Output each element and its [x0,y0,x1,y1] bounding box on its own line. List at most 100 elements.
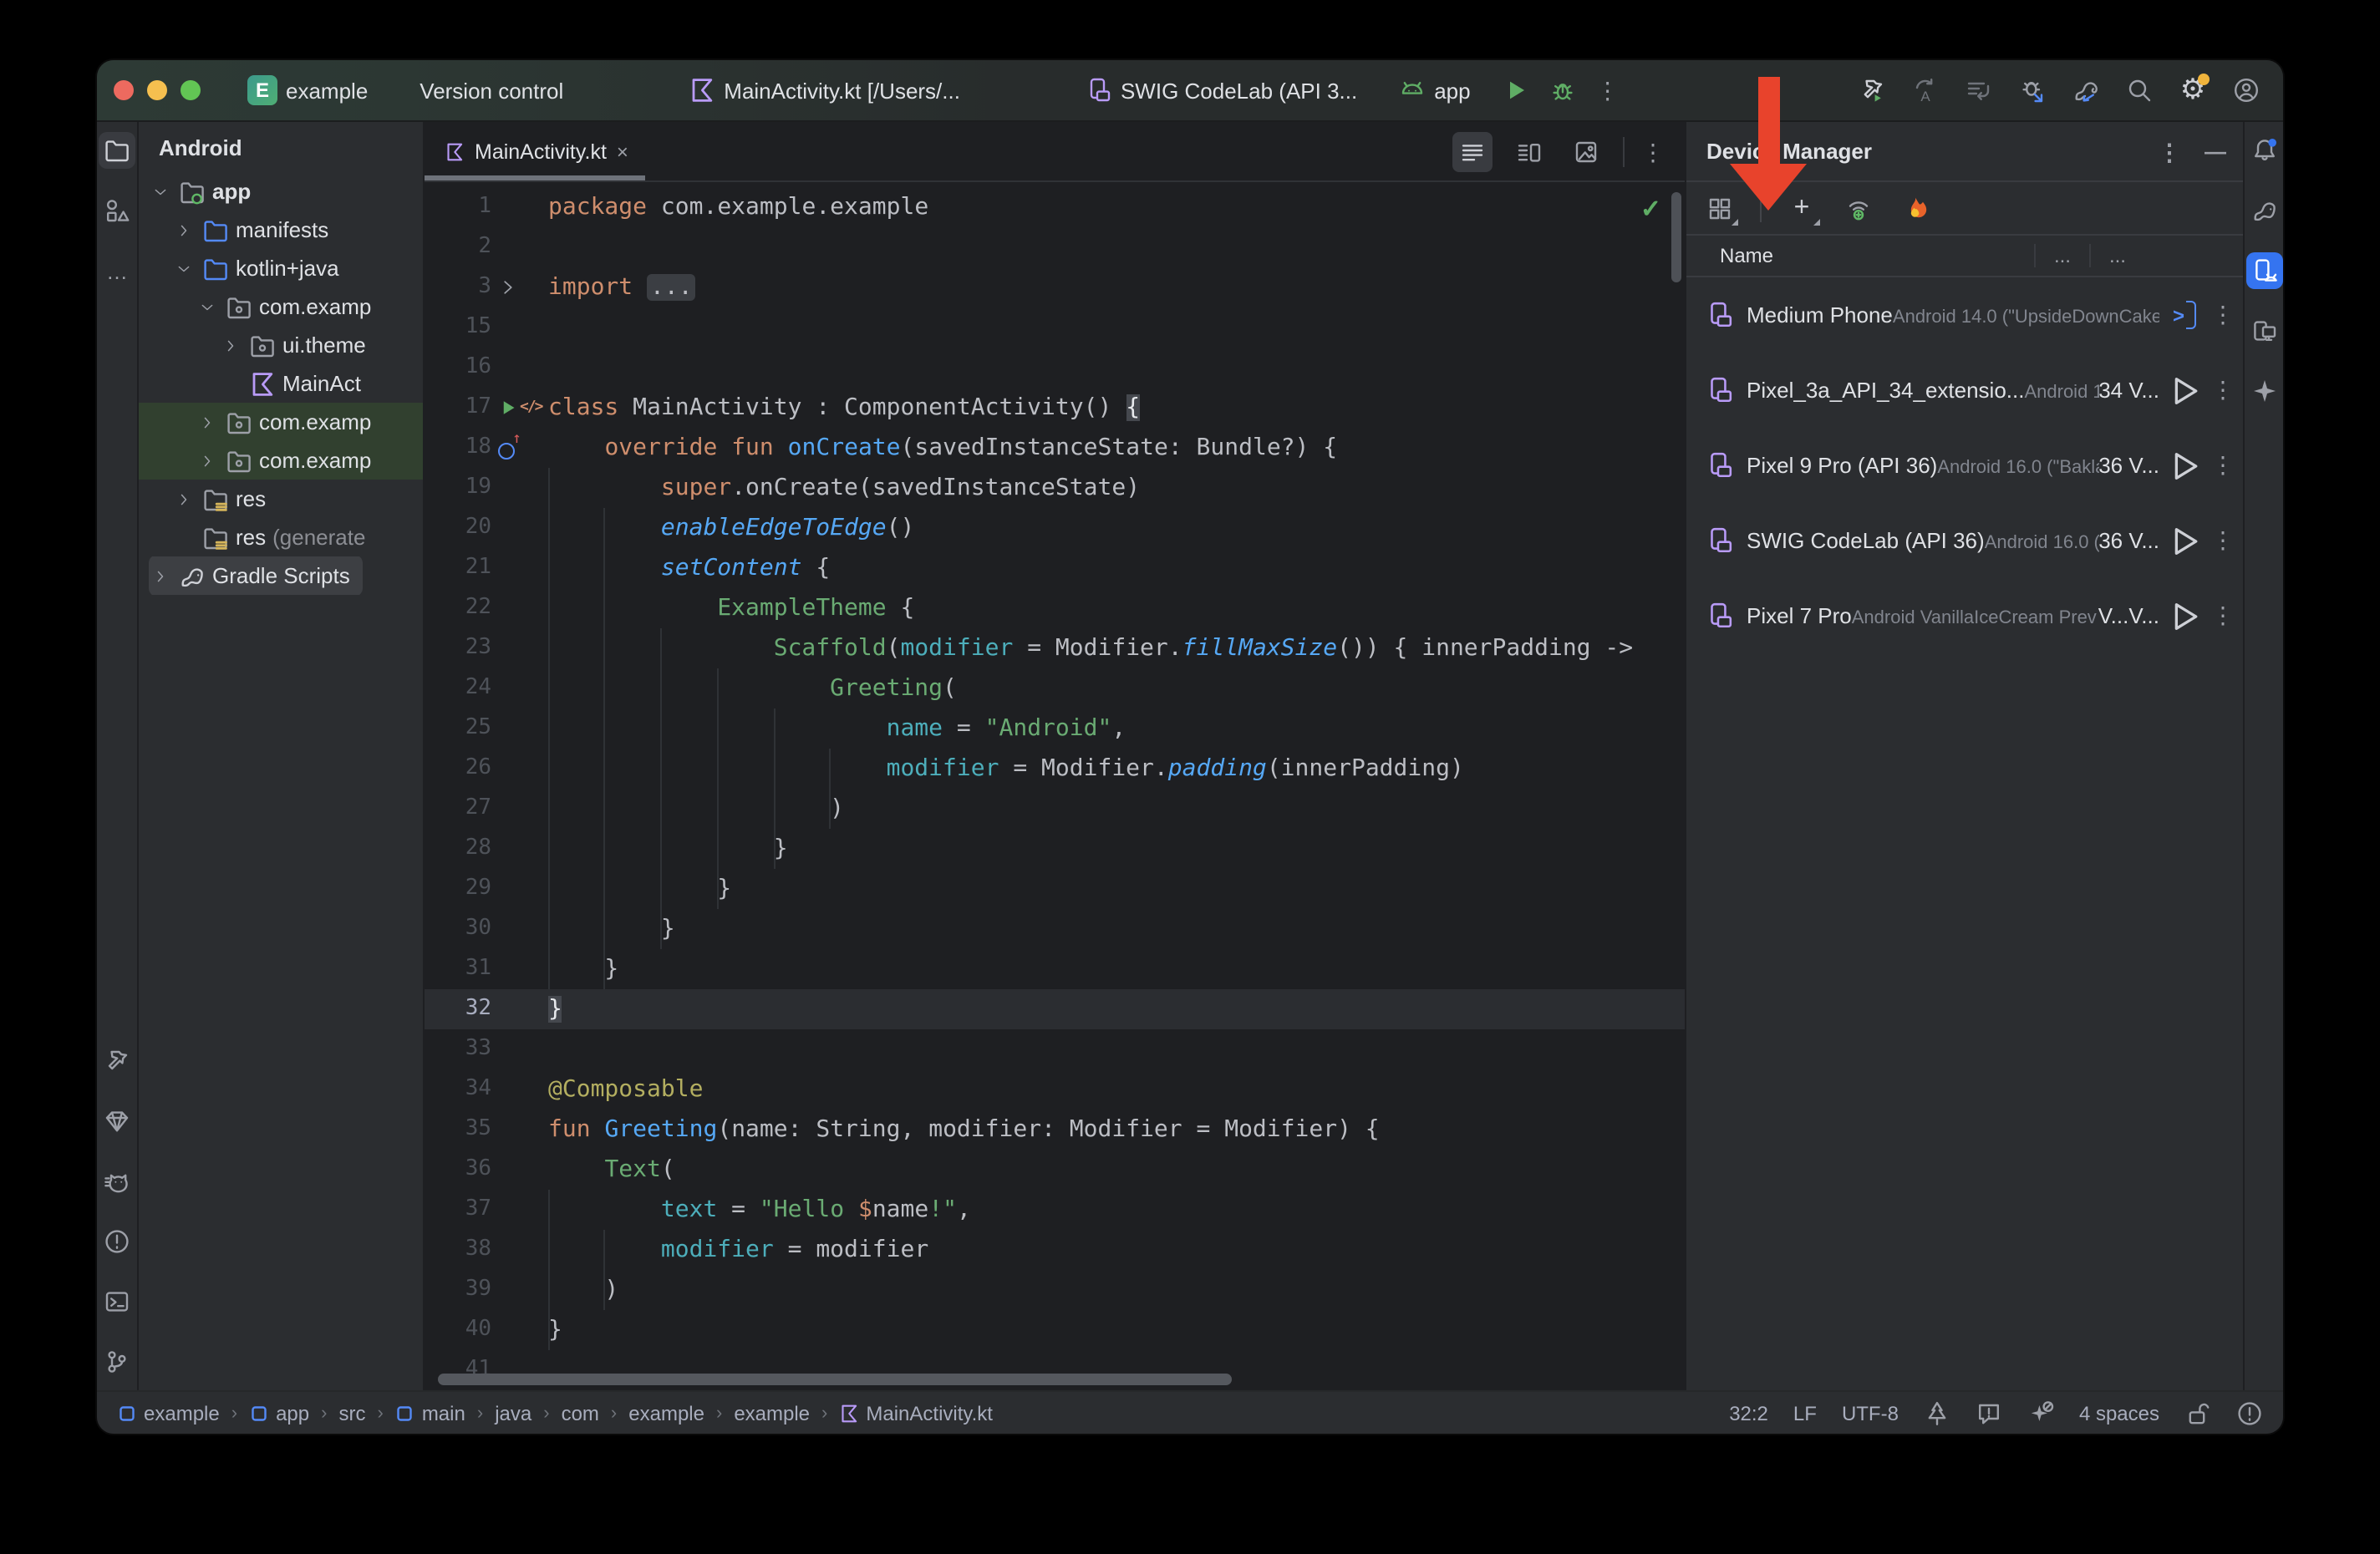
code-line-3[interactable]: 3import ... [425,267,1685,307]
inspections-ok-icon[interactable]: ✓ [1640,190,1661,231]
tree-item-ui-theme[interactable]: ui.theme [139,326,423,364]
event-log-icon[interactable] [2236,1399,2263,1426]
code-line-38[interactable]: 38 modifier = modifier [425,1230,1685,1270]
code-line-26[interactable]: 26 modifier = Modifier.padding(innerPadd… [425,749,1685,789]
code-line-21[interactable]: 21 setContent { [425,548,1685,588]
vcs-widget[interactable]: Version control [420,78,572,103]
device-selector[interactable]: SWIG CodeLab (API 3... [1086,77,1365,104]
minimize-window-button[interactable] [147,80,167,100]
hide-panel-button[interactable]: — [2205,139,2226,164]
breadcrumb-app-1[interactable]: app [249,1401,309,1424]
terminal-tool-button[interactable] [99,1283,135,1320]
code-line-39[interactable]: 39 ) [425,1270,1685,1310]
code-line-23[interactable]: 23 Scaffold(modifier = Modifier.fillMaxS… [425,628,1685,668]
unlock-icon[interactable] [2184,1399,2211,1426]
code-line-22[interactable]: 22 ExampleTheme { [425,588,1685,628]
ai-assistant-off-icon[interactable] [2027,1399,2054,1426]
gradle-sync-icon[interactable] [2072,77,2099,104]
tree-item-res[interactable]: res (generate [139,518,423,556]
tree-item-com-examp[interactable]: com.examp [139,403,423,441]
code-line-31[interactable]: 31 } [425,949,1685,989]
code-line-36[interactable]: 36 Text( [425,1150,1685,1190]
device-row-pixel-9-pro-api-36[interactable]: Pixel 9 Pro (API 36)Android 16.0 ("Bakla… [1686,428,2243,503]
project-view-selector[interactable]: Android [139,122,423,172]
resource-manager-tool-button[interactable] [99,192,135,229]
code-line-30[interactable]: 30 } [425,909,1685,949]
code-lines[interactable]: 1package com.example.example23import ...… [425,187,1685,1390]
tree-chevron[interactable] [172,490,196,507]
device-options-button[interactable]: ⋮ [2203,451,2243,480]
project-widget[interactable]: E example [247,75,376,105]
indent-setting[interactable]: 4 spaces [2079,1401,2159,1424]
code-tag-icon[interactable]: </> [520,388,542,428]
device-options-button[interactable]: ⋮ [2203,301,2243,329]
notifications-button[interactable] [2245,132,2282,169]
tree-item-manifests[interactable]: manifests [139,211,423,249]
maximize-window-button[interactable] [181,80,201,100]
tree-chevron[interactable] [219,337,242,353]
debug-button[interactable] [1549,77,1576,104]
build-run-hammer-icon[interactable] [1859,77,1885,104]
expand-device-details-icon[interactable]: > [2166,301,2203,329]
tree-item-kotlin-java[interactable]: kotlin+java [139,249,423,287]
device-row-pixel-7-pro[interactable]: Pixel 7 ProAndroid VanillaIceCream Previ… [1686,578,2243,653]
device-row-swig-codelab-api-36[interactable]: SWIG CodeLab (API 36)Android 16.0 ("Bakl… [1686,503,2243,578]
problems-tool-button[interactable] [99,1223,135,1260]
attach-debugger-icon[interactable] [2019,77,2046,104]
settings-gear-icon[interactable]: ⚙ [2179,77,2206,104]
breadcrumb-java-4[interactable]: java [495,1401,531,1424]
split-view-button[interactable] [1509,131,1549,171]
breadcrumb-example-7[interactable]: example [734,1401,810,1424]
run-line-icon[interactable] [498,398,518,418]
account-avatar-icon[interactable] [2233,77,2260,104]
code-line-1[interactable]: 1package com.example.example [425,187,1685,227]
gradle-tool-button[interactable] [2245,192,2282,229]
logcat-tool-button[interactable] [99,1163,135,1200]
code-line-15[interactable]: 15 [425,307,1685,348]
code-line-32[interactable]: 32} [425,989,1685,1029]
breadcrumb-example-0[interactable]: example [117,1401,220,1424]
code-line-33[interactable]: 33 [425,1029,1685,1069]
column-type[interactable]: ... [2089,244,2144,267]
device-row-pixel-3a-api-34-extensio[interactable]: Pixel_3a_API_34_extensio...Android 14.0 … [1686,353,2243,428]
line-separator[interactable]: LF [1793,1401,1817,1424]
overrides-method-icon[interactable]: ↑ [498,437,520,459]
tree-chevron[interactable] [149,183,172,200]
tree-item-mainact[interactable]: MainAct [139,364,423,403]
close-tab-icon[interactable]: × [617,140,628,163]
search-everywhere-icon[interactable] [2126,77,2153,104]
pair-wifi-button[interactable] [1842,191,1875,225]
column-name[interactable]: Name [1686,244,2034,267]
build-tool-button[interactable] [99,1043,135,1079]
device-row-medium-phone[interactable]: Medium PhoneAndroid 14.0 ("UpsideDownCak… [1686,277,2243,353]
start-device-button[interactable] [2166,597,2203,634]
code-view-button[interactable] [1452,131,1493,171]
code-line-37[interactable]: 37 text = "Hello $name!", [425,1190,1685,1230]
file-encoding[interactable]: UTF-8 [1842,1401,1899,1424]
tree-chevron[interactable] [172,221,196,238]
device-options-button[interactable]: ⋮ [2203,602,2243,630]
tree-item-app[interactable]: app [139,172,423,211]
breadcrumb-com-5[interactable]: com [562,1401,599,1424]
run-config-selector[interactable]: app [1399,77,1478,104]
rerun-coverage-icon[interactable]: A [1912,77,1939,104]
editor-horizontal-scrollbar[interactable] [438,1374,1232,1385]
more-tool-windows-button[interactable]: … [99,252,135,289]
breadcrumb-main-3[interactable]: main [395,1401,465,1424]
code-line-28[interactable]: 28 } [425,829,1685,869]
fold-chevron-icon[interactable] [498,277,518,297]
code-line-27[interactable]: 27 ) [425,789,1685,829]
code-line-20[interactable]: 20 enableEdgeToEdge() [425,508,1685,548]
tree-item-res[interactable]: res [139,480,423,518]
run-button[interactable] [1503,77,1529,104]
running-devices-tool-button[interactable] [2245,312,2282,349]
breadcrumb-example-6[interactable]: example [628,1401,704,1424]
breadcrumb-src-2[interactable]: src [338,1401,365,1424]
code-line-17[interactable]: 17</>class MainActivity : ComponentActiv… [425,388,1685,428]
code-line-34[interactable]: 34@Composable [425,1069,1685,1110]
start-device-button[interactable] [2166,522,2203,559]
code-line-19[interactable]: 19 super.onCreate(savedInstanceState) [425,468,1685,508]
recent-actions-icon[interactable] [1966,77,1992,104]
tree-chevron[interactable] [196,452,219,469]
code-line-35[interactable]: 35fun Greeting(name: String, modifier: M… [425,1110,1685,1150]
